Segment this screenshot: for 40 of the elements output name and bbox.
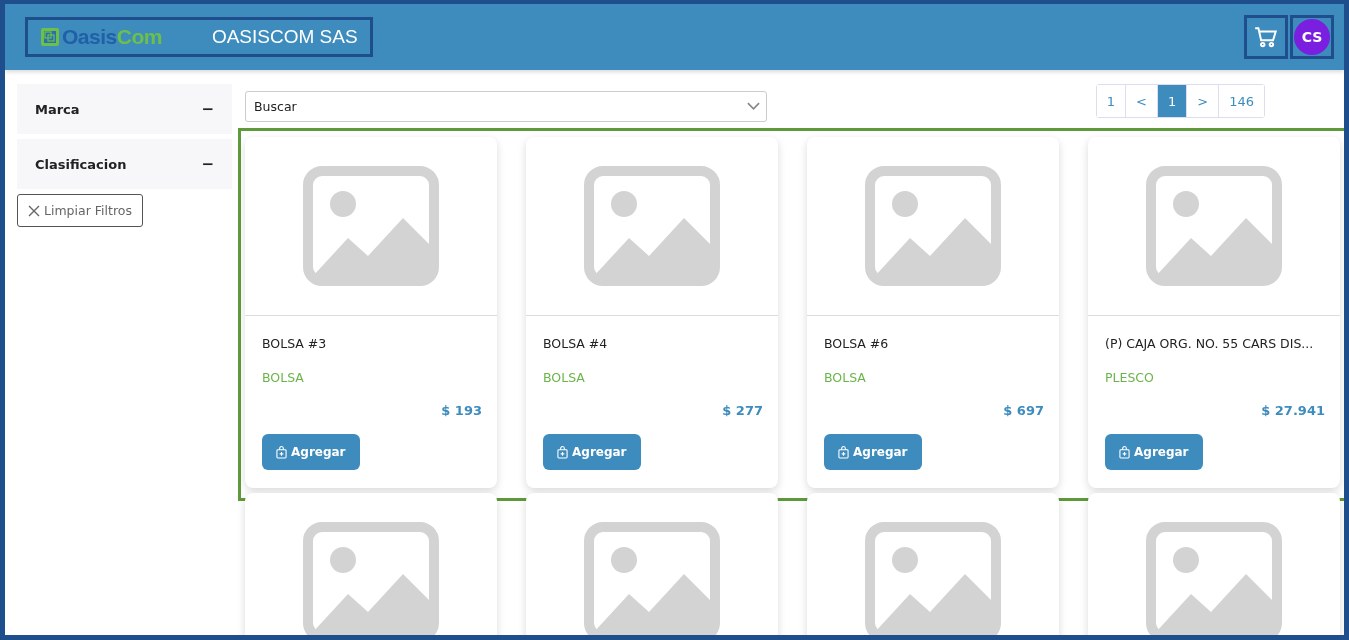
image-placeholder-icon [584, 166, 720, 286]
search-field[interactable]: Buscar [245, 91, 767, 122]
bag-plus-icon [557, 445, 568, 459]
cart-button[interactable] [1253, 24, 1279, 50]
product-price: $ 697 [1003, 403, 1044, 418]
product-name: BOLSA #4 [543, 336, 609, 351]
image-placeholder-icon [584, 522, 720, 635]
page-button[interactable]: 1 [1157, 85, 1187, 117]
product-name: BOLSA #6 [824, 336, 890, 351]
image-placeholder-icon [1146, 522, 1282, 635]
product-brand: BOLSA [543, 370, 586, 385]
close-icon [28, 204, 40, 217]
logo-icon [40, 27, 60, 47]
image-placeholder-icon [865, 522, 1001, 635]
clear-filters-button[interactable]: Limpiar Filtros [17, 194, 143, 227]
product-price: $ 193 [441, 403, 482, 418]
bag-plus-icon [838, 445, 849, 459]
filter-section[interactable]: Clasificacion − [17, 139, 232, 189]
image-placeholder-icon [1146, 166, 1282, 286]
add-to-cart-button[interactable]: Agregar [1105, 434, 1203, 470]
bag-plus-icon [276, 445, 287, 459]
image-placeholder-icon [865, 166, 1001, 286]
image-placeholder-icon [303, 522, 439, 635]
company-name: OASISCOM SAS [211, 26, 358, 48]
bag-plus-icon [1119, 445, 1130, 459]
product-name: (P) CAJA ORG. NO. 55 CARS DIS... [1105, 336, 1315, 351]
product-brand: BOLSA [262, 370, 305, 385]
page-button[interactable]: 146 [1218, 85, 1264, 117]
add-to-cart-button[interactable]: Agregar [824, 434, 922, 470]
product-price: $ 27.941 [1261, 403, 1325, 418]
product-name: BOLSA #3 [262, 336, 328, 351]
filter-section[interactable]: Marca − [17, 84, 232, 134]
product-brand: BOLSA [824, 370, 867, 385]
product-brand: PLESCO [1105, 370, 1155, 385]
user-avatar[interactable]: CS [1294, 19, 1330, 55]
add-to-cart-button[interactable]: Agregar [543, 434, 641, 470]
chevron-down-icon[interactable] [747, 102, 760, 110]
product-price: $ 277 [722, 403, 763, 418]
add-to-cart-button[interactable]: Agregar [262, 434, 360, 470]
image-placeholder-icon [303, 166, 439, 286]
